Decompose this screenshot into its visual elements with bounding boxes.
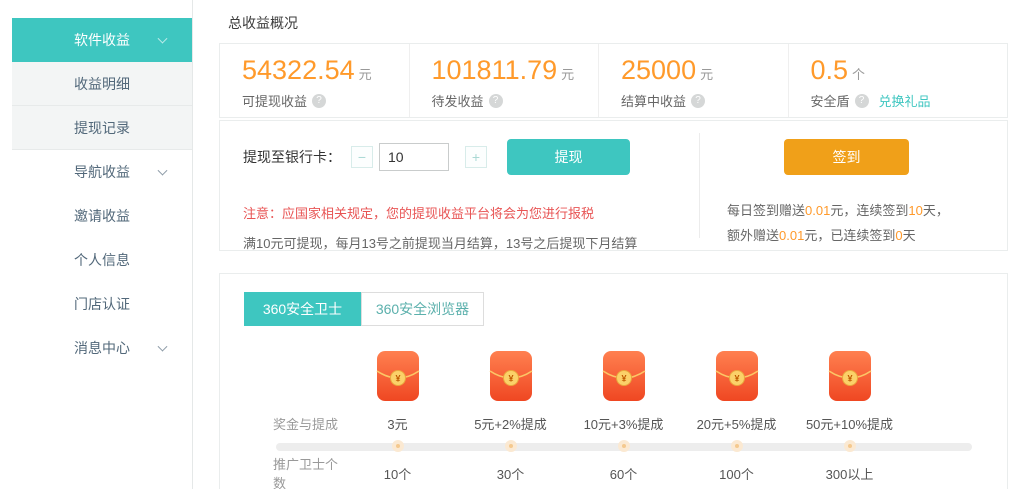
amount-increase-button[interactable]: + [465, 146, 487, 168]
stat-label: 结算中收益 [621, 91, 686, 110]
bonus-tier-value: 10元+3%提成 [567, 414, 680, 433]
sidebar-item-store-certification[interactable]: 门店认证 [12, 282, 192, 326]
stat-settling-income: 25000 元 结算中收益? [598, 44, 788, 117]
sidebar-item-navigation-income[interactable]: 导航收益 [12, 150, 192, 194]
guard-count-value: 100个 [680, 464, 793, 483]
withdraw-section: 提现至银行卡： − + 提现 注意：应国家相关规定，您的提现收益平台将会为您进行… [220, 121, 699, 250]
bonus-row-label: 奖金与提成 [244, 414, 341, 433]
sidebar-item-invite-income[interactable]: 邀请收益 [12, 194, 192, 238]
signin-text-segment: 元，连续签到 [830, 203, 908, 218]
guard-count-value: 300以上 [793, 464, 906, 483]
stat-label: 待发收益 [432, 91, 484, 110]
stat-pending-income: 101811.79元 待发收益? [409, 44, 599, 117]
sidebar-item-label: 个人信息 [74, 252, 130, 268]
stat-withdrawable-income: 54322.54 元 可提现收益? [220, 44, 409, 117]
stat-label: 可提现收益 [242, 91, 307, 110]
withdraw-amount-input[interactable] [379, 143, 449, 171]
withdraw-rule-text: 满10元可提现，每月13号之前提现当月结算，13号之后提现下月结算 [243, 233, 699, 252]
signin-text-segment: 天 [903, 228, 916, 243]
stat-value: 0.5 [811, 55, 849, 85]
sidebar-item-software-income[interactable]: 软件收益 [12, 18, 192, 62]
sidebar-item-withdraw-record[interactable]: 提现记录 [12, 106, 192, 150]
red-envelope-icon: ¥ [680, 350, 793, 405]
withdraw-button[interactable]: 提现 [507, 139, 630, 175]
stat-value: 25000 [621, 55, 696, 85]
earnings-dashboard: 软件收益 收益明细 提现记录 导航收益 邀请收益 个人信息 门店认证 消息中心 … [0, 0, 1016, 489]
svg-text:¥: ¥ [621, 374, 626, 384]
amount-decrease-button[interactable]: − [351, 146, 373, 168]
bonus-tier-value: 20元+5%提成 [680, 414, 793, 433]
signin-text-segment: 额外赠送 [727, 228, 779, 243]
chevron-down-icon [158, 34, 168, 44]
svg-text:¥: ¥ [395, 374, 400, 384]
bonus-tier-value: 3元 [341, 414, 454, 433]
stat-unit: 个 [852, 67, 865, 82]
tax-notice-text: 注意：应国家相关规定，您的提现收益平台将会为您进行报税 [243, 203, 699, 222]
chevron-down-icon [158, 342, 168, 352]
signin-text-segment: 元，已连续签到 [804, 228, 895, 243]
stat-value: 101811.79 [432, 55, 558, 85]
signin-text-highlight: 0.01 [805, 203, 830, 218]
sidebar-item-message-center[interactable]: 消息中心 [12, 326, 192, 370]
signin-rule-text: 每日签到赠送0.01元，连续签到10天， 额外赠送0.01元，已连续签到0天 [727, 198, 1007, 248]
chevron-down-icon [158, 166, 168, 176]
help-icon[interactable]: ? [489, 94, 503, 108]
sidebar-item-label: 提现记录 [74, 120, 130, 136]
withdraw-card: 提现至银行卡： − + 提现 注意：应国家相关规定，您的提现收益平台将会为您进行… [219, 120, 1008, 251]
help-icon[interactable]: ? [312, 94, 326, 108]
page-title: 总收益概况 [228, 13, 298, 33]
signin-text-highlight: 0 [895, 228, 902, 243]
guard-count-value: 10个 [341, 464, 454, 483]
red-envelope-icon: ¥ [567, 350, 680, 405]
stat-value: 54322.54 [242, 55, 355, 85]
product-tabs: 360安全卫士 360安全浏览器 [244, 292, 1007, 326]
help-icon[interactable]: ? [855, 94, 869, 108]
sidebar-item-personal-info[interactable]: 个人信息 [12, 238, 192, 282]
bonus-tier-value: 50元+10%提成 [793, 414, 906, 433]
help-icon[interactable]: ? [691, 94, 705, 108]
bonus-tier-value: 5元+2%提成 [454, 414, 567, 433]
stat-label: 安全盾 [811, 91, 850, 110]
sidebar-item-income-detail[interactable]: 收益明细 [12, 62, 192, 106]
signin-button[interactable]: 签到 [784, 139, 909, 175]
count-row-label: 推广卫士个数 [244, 454, 341, 489]
stat-unit: 元 [359, 67, 372, 82]
svg-text:¥: ¥ [734, 374, 739, 384]
stat-unit: 元 [561, 67, 574, 82]
signin-text-segment: 每日签到赠送 [727, 203, 805, 218]
red-envelope-icon: ¥ [454, 350, 567, 405]
stat-security-shield: 0.5个 安全盾? 兑换礼品 [788, 44, 1007, 117]
progress-slider [244, 437, 1007, 457]
red-envelope-icon: ¥ [793, 350, 906, 405]
signin-section: 签到 每日签到赠送0.01元，连续签到10天， 额外赠送0.01元，已连续签到0… [699, 133, 1007, 238]
bonus-ladder: ¥ ¥ ¥ ¥ ¥ 奖金与提成 3元 5元+2%提成 10元+3%提成 20元+… [244, 353, 1007, 483]
signin-text-segment: 天， [923, 203, 949, 218]
signin-text-highlight: 0.01 [779, 228, 804, 243]
redeem-gift-link[interactable]: 兑换礼品 [879, 91, 931, 110]
sidebar: 软件收益 收益明细 提现记录 导航收益 邀请收益 个人信息 门店认证 消息中心 [0, 0, 193, 489]
sidebar-item-label: 收益明细 [74, 76, 130, 92]
total-earnings-overview-card: 54322.54元 可提现收益? 101811.79元 待发收益? 25000元… [219, 43, 1008, 118]
sidebar-item-label: 门店认证 [74, 296, 130, 312]
promotion-bonus-card: 360安全卫士 360安全浏览器 ¥ ¥ ¥ ¥ ¥ 奖金与提成 3元 5元+2… [219, 273, 1008, 489]
sidebar-item-label: 软件收益 [74, 32, 130, 48]
sidebar-item-label: 邀请收益 [74, 208, 130, 224]
sidebar-item-label: 导航收益 [74, 164, 130, 180]
svg-text:¥: ¥ [847, 374, 852, 384]
red-envelope-icon: ¥ [341, 350, 454, 405]
tab-360-safeguard[interactable]: 360安全卫士 [244, 292, 361, 326]
sidebar-item-label: 消息中心 [74, 340, 130, 356]
signin-text-highlight: 10 [908, 203, 922, 218]
withdraw-to-bank-label: 提现至银行卡： [243, 147, 341, 167]
guard-count-value: 60个 [567, 464, 680, 483]
svg-text:¥: ¥ [508, 374, 513, 384]
guard-count-value: 30个 [454, 464, 567, 483]
stat-unit: 元 [700, 67, 713, 82]
tab-360-browser[interactable]: 360安全浏览器 [361, 292, 484, 326]
